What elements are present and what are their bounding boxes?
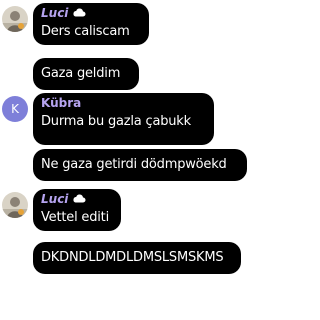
sender-name[interactable]: Kübra [41,96,81,111]
avatar-image [2,192,28,218]
message-text: Vettel editi [41,210,109,225]
sender-name[interactable]: Luci [41,192,86,207]
message-text: Ne gaza getirdi dödmpwöekd [41,157,227,172]
avatar-image [2,6,28,32]
sender-name[interactable]: Luci [41,6,86,21]
cloud-icon [72,6,86,21]
message-bubble[interactable]: Ne gaza getirdi dödmpwöekd [33,149,247,181]
cloud-icon [72,192,86,207]
message-text: Ders caliscam [41,24,130,39]
message-text: Gaza geldim [41,66,121,81]
avatar-luci[interactable] [2,192,28,218]
avatar-kubra[interactable]: K [2,96,28,122]
message-bubble[interactable]: Luci Vettel editi [33,189,121,231]
message-bubble[interactable]: Luci Ders caliscam [33,3,149,45]
message-bubble[interactable]: Gaza geldim [33,58,139,90]
message-bubble[interactable]: DKDNDLDMDLDMSLSMSKMS [33,242,241,274]
message-text: DKDNDLDMDLDMSLSMSKMS [41,250,224,265]
message-bubble[interactable]: Kübra Durma bu gazla çabukk [33,93,214,145]
avatar-letter: K [11,102,19,116]
avatar-luci[interactable] [2,6,28,32]
message-text: Durma bu gazla çabukk [41,114,191,129]
